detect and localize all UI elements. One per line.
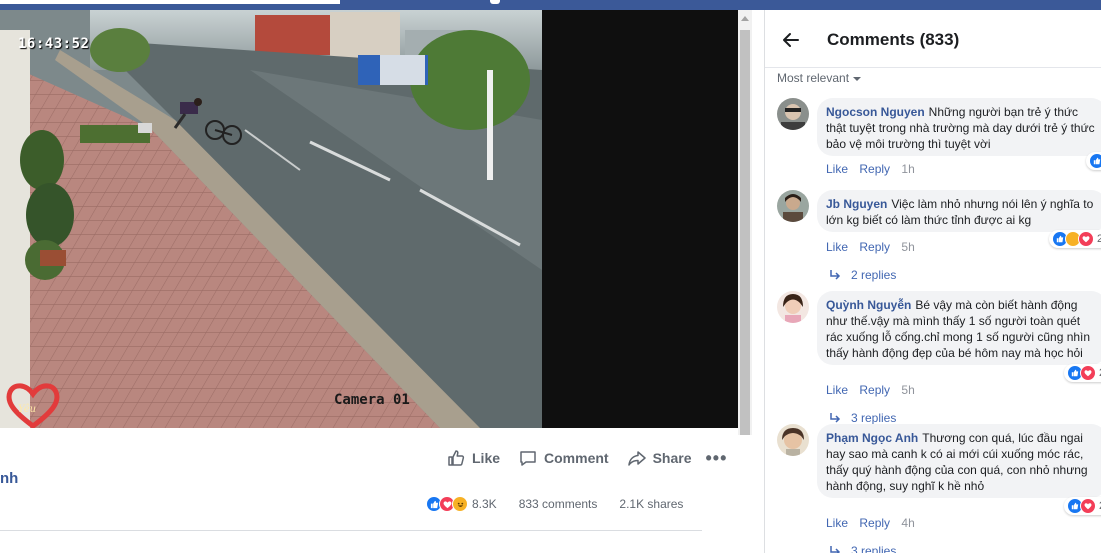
avatar[interactable]	[777, 291, 809, 323]
comment-reactions[interactable]: 22	[1064, 364, 1101, 382]
comment-author[interactable]: Phạm Ngọc Anh	[826, 431, 918, 445]
post-stats: 8.3K 833 comments 2.1K shares	[426, 494, 702, 514]
sort-label: Most relevant	[777, 71, 850, 85]
comment-icon	[520, 451, 536, 466]
comments-title: Comments (833)	[827, 30, 960, 49]
sort-dropdown[interactable]: Most relevant	[777, 71, 862, 85]
avatar[interactable]	[777, 190, 809, 222]
share-label: Share	[652, 450, 692, 466]
love-reaction-icon	[1080, 498, 1096, 514]
comment-time[interactable]: 5h	[901, 240, 914, 254]
like-button[interactable]: Like	[446, 448, 500, 468]
replies-label: 3 replies	[851, 544, 897, 553]
share-count[interactable]: 2.1K shares	[619, 497, 683, 511]
comment-reply-link[interactable]: Reply	[859, 240, 890, 254]
nav-icon[interactable]	[490, 0, 500, 4]
replies-label: 2 replies	[851, 268, 897, 282]
love-reaction-icon	[1080, 365, 1096, 381]
scroll-up-icon[interactable]	[741, 16, 749, 21]
comment-reply-link[interactable]: Reply	[859, 383, 890, 397]
back-arrow-icon[interactable]	[781, 30, 801, 50]
comment-author[interactable]: Jb Nguyen	[826, 197, 887, 211]
comments-header: Comments (833)	[765, 10, 1101, 68]
video-timestamp: 16:43:52	[18, 36, 90, 52]
comment-meta: Like Reply 1h	[826, 162, 923, 176]
avatar[interactable]	[777, 424, 809, 456]
video-player[interactable]: 16:43:52 Camera 01 Yêu	[0, 10, 542, 428]
post-author-name[interactable]: nh	[0, 470, 18, 487]
share-button[interactable]: Share	[627, 448, 692, 468]
post-action-bar: Like Comment Share •••	[446, 446, 727, 470]
search-bar-edge[interactable]	[0, 0, 340, 4]
thumbs-up-icon	[448, 450, 465, 466]
top-navigation-bar	[0, 0, 1101, 10]
reply-arrow-icon	[830, 270, 841, 280]
comment-bubble: Jb Nguyen Việc làm nhỏ nhưng nói lên ý ng…	[817, 190, 1101, 232]
cctv-video-frame	[0, 10, 542, 428]
replies-label: 3 replies	[851, 411, 897, 425]
comment-reactions[interactable]: 4	[1086, 152, 1101, 170]
haha-reaction-icon	[452, 496, 468, 512]
comment-time[interactable]: 5h	[901, 383, 914, 397]
comment-bubble: Quỳnh Nguyễn Bé vậy mà còn biết hành động…	[817, 291, 1101, 365]
post-divider	[0, 530, 702, 531]
reply-arrow-icon	[830, 546, 841, 553]
comment-time[interactable]: 1h	[901, 162, 914, 176]
comment-count[interactable]: 833 comments	[519, 497, 598, 511]
view-replies-link[interactable]: 2 replies	[829, 268, 896, 282]
comment-bubble: Phạm Ngọc Anh Thương con quá, lúc đầu nga…	[817, 424, 1101, 498]
page-scrollbar[interactable]	[738, 10, 752, 435]
comment-meta: Like Reply 5h	[826, 383, 923, 397]
watermark-text: Yêu	[18, 404, 37, 415]
reaction-summary[interactable]	[426, 496, 468, 512]
comment-label: Comment	[544, 450, 609, 466]
comment-reply-link[interactable]: Reply	[859, 162, 890, 176]
love-reaction-icon	[1078, 231, 1094, 247]
reply-arrow-icon	[830, 413, 841, 423]
comment-meta: Like Reply 4h	[826, 516, 923, 530]
comment-reactions[interactable]: 26	[1049, 230, 1101, 248]
avatar[interactable]	[777, 98, 809, 130]
scrollbar-thumb[interactable]	[740, 30, 750, 435]
comment-like-link[interactable]: Like	[826, 240, 848, 254]
view-replies-link[interactable]: 3 replies	[829, 544, 896, 553]
comment-reaction-count: 26	[1097, 233, 1101, 245]
chevron-down-icon	[853, 76, 862, 81]
video-letterbox	[542, 10, 738, 428]
comment-button[interactable]: Comment	[518, 448, 609, 468]
comment-like-link[interactable]: Like	[826, 162, 848, 176]
comments-panel: Comments (833) Most relevant Ngocson Ngu…	[764, 10, 1101, 553]
comment-bubble: Ngocson Nguyen Những người bạn trẻ ý thức…	[817, 98, 1101, 156]
view-replies-link[interactable]: 3 replies	[829, 411, 896, 425]
comment-meta: Like Reply 5h	[826, 240, 923, 254]
comment-author[interactable]: Quỳnh Nguyễn	[826, 298, 911, 312]
camera-label: Camera 01	[334, 392, 410, 408]
comment-author[interactable]: Ngocson Nguyen	[826, 105, 925, 119]
like-reaction-icon	[1089, 153, 1101, 169]
comment-like-link[interactable]: Like	[826, 516, 848, 530]
comment-reactions[interactable]: 24	[1064, 497, 1101, 515]
like-label: Like	[472, 450, 501, 466]
comment-like-link[interactable]: Like	[826, 383, 848, 397]
reaction-count[interactable]: 8.3K	[472, 497, 497, 511]
comment-time[interactable]: 4h	[901, 516, 914, 530]
share-icon	[627, 451, 646, 466]
more-options-button[interactable]: •••	[706, 448, 728, 469]
comment-reply-link[interactable]: Reply	[859, 516, 890, 530]
